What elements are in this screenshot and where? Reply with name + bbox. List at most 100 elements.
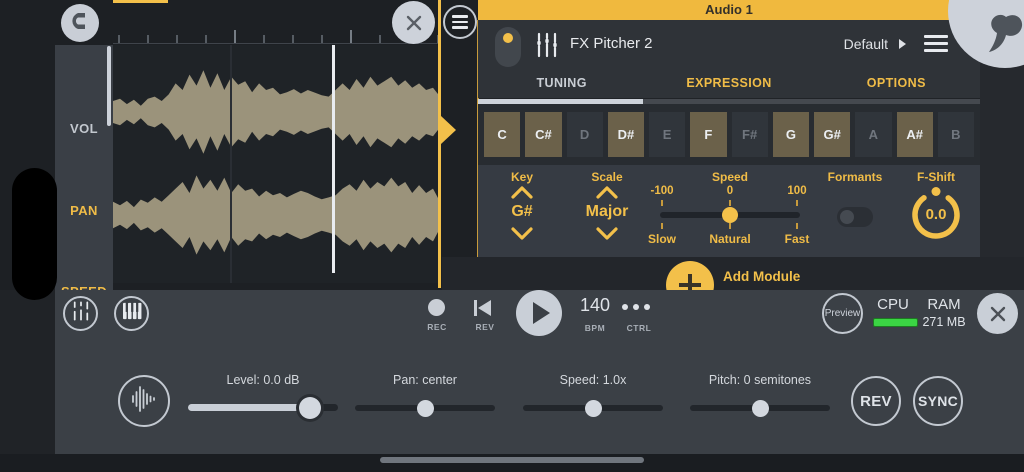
fx-module-menu-button[interactable]: [924, 35, 948, 52]
note-key-gsharp[interactable]: G#: [814, 112, 850, 157]
bpm-label: BPM: [570, 323, 620, 333]
scale-label: Scale: [591, 170, 622, 184]
ruler[interactable]: [113, 27, 440, 44]
ram-value: 271 MB: [912, 315, 976, 329]
add-module-label[interactable]: Add Module: [723, 269, 800, 284]
sidebar-item-pan[interactable]: PAN: [55, 203, 113, 218]
preset-selector[interactable]: Default: [844, 36, 888, 52]
note-key-f[interactable]: F: [690, 112, 726, 157]
level-slider-fill: [188, 404, 310, 411]
fshift-label: F-Shift: [917, 170, 955, 184]
preview-button[interactable]: Preview: [822, 293, 863, 334]
pitch-label: Pitch: 0 semitones: [690, 373, 830, 387]
automation-sidebar: VOL PAN SPEED: [55, 45, 113, 290]
pan-slider-knob[interactable]: [417, 400, 434, 417]
waveform-icon: [130, 384, 158, 419]
tab-options[interactable]: OPTIONS: [813, 70, 980, 98]
gesture-nav-bar[interactable]: [380, 457, 644, 463]
cpu-label: CPU: [868, 296, 918, 313]
scale-value: Major: [586, 203, 629, 221]
sync-label: SYNC: [918, 393, 958, 409]
module-enable-toggle[interactable]: [495, 27, 521, 67]
pitch-slider-knob[interactable]: [752, 400, 769, 417]
key-value: G#: [511, 203, 532, 221]
speed-max-tick: 100: [787, 185, 806, 197]
ctrl-button[interactable]: [622, 304, 650, 310]
bar-gridline: [230, 45, 232, 283]
bpm-value[interactable]: 140: [570, 295, 620, 316]
key-down-button[interactable]: [510, 227, 534, 245]
sidebar-item-vol[interactable]: VOL: [55, 121, 113, 136]
reverse-button[interactable]: REV: [851, 376, 901, 426]
speed-slow-caption: Slow: [648, 232, 676, 246]
clip-end-handle[interactable]: [441, 116, 456, 144]
speed-min-tick: -100: [650, 185, 673, 197]
fl-studio-mobile-app: VOL PAN SPEED Audio 1: [0, 0, 1024, 472]
tab-tuning[interactable]: TUNING: [478, 70, 645, 98]
note-key-asharp[interactable]: A#: [897, 112, 933, 157]
sync-button[interactable]: SYNC: [913, 376, 963, 426]
magnet-icon: [68, 9, 92, 38]
speed-label: Speed: [712, 170, 748, 184]
formants-toggle-knob: [840, 210, 854, 224]
close-icon: [404, 13, 424, 33]
preview-label: Preview: [825, 308, 861, 319]
ctrl-label: CTRL: [615, 323, 663, 333]
mixer-view-button[interactable]: [63, 296, 98, 331]
speed-slider-knob[interactable]: [722, 207, 738, 223]
stereo-waveform: [113, 45, 440, 283]
vertical-scrollbar[interactable]: [107, 46, 111, 126]
ram-label: RAM: [920, 296, 968, 313]
note-key-c[interactable]: C: [484, 112, 520, 157]
editor-close-button[interactable]: [392, 1, 435, 44]
track-header[interactable]: Audio 1: [478, 0, 1024, 20]
speed-clip-label: Speed: 1.0x: [523, 373, 663, 387]
note-key-csharp[interactable]: C#: [525, 112, 561, 157]
record-label: REC: [421, 322, 453, 332]
editor-menu-button[interactable]: [443, 5, 477, 39]
top-tab-indicator: [113, 0, 168, 3]
snap-magnet-button[interactable]: [61, 4, 99, 42]
waveform-canvas[interactable]: [113, 45, 440, 283]
note-key-dsharp[interactable]: D#: [608, 112, 644, 157]
note-key-g[interactable]: G: [773, 112, 809, 157]
fx-module-header: FX Pitcher 2 Default: [478, 20, 980, 70]
scale-down-button[interactable]: [595, 227, 619, 245]
fx-module-title: FX Pitcher 2: [570, 35, 653, 52]
rewind-label: REV: [469, 322, 501, 332]
formants-toggle[interactable]: [837, 207, 873, 227]
clip-end-line: [438, 0, 441, 288]
module-sliders-icon: [533, 31, 561, 64]
rewind-button[interactable]: [474, 300, 496, 316]
level-label: Level: 0.0 dB: [188, 373, 338, 387]
note-key-fsharp[interactable]: F#: [732, 112, 768, 157]
note-key-b[interactable]: B: [938, 112, 974, 157]
play-button[interactable]: [516, 290, 562, 336]
key-up-button[interactable]: [510, 186, 534, 204]
speed-clip-slider-knob[interactable]: [585, 400, 602, 417]
preset-next-icon[interactable]: [899, 39, 906, 49]
fx-tab-bar: TUNING EXPRESSION OPTIONS: [478, 70, 980, 98]
key-label: Key: [511, 170, 533, 184]
close-icon: [988, 304, 1008, 324]
note-key-a[interactable]: A: [855, 112, 891, 157]
play-icon: [533, 302, 550, 324]
toggle-on-dot: [503, 33, 513, 43]
note-key-e[interactable]: E: [649, 112, 685, 157]
panel-close-button[interactable]: [977, 293, 1018, 334]
camera-cutout: [12, 168, 57, 300]
keyboard-view-button[interactable]: [114, 296, 149, 331]
record-button[interactable]: [428, 299, 445, 316]
audio-clip-button[interactable]: [118, 375, 170, 427]
playhead[interactable]: [332, 45, 335, 273]
scale-up-button[interactable]: [595, 186, 619, 204]
note-key-d[interactable]: D: [567, 112, 603, 157]
level-slider-knob[interactable]: [299, 397, 321, 419]
speed-natural-caption: Natural: [709, 232, 750, 246]
pan-label: Pan: center: [355, 373, 495, 387]
tab-expression[interactable]: EXPRESSION: [645, 70, 812, 98]
ruler-line: [113, 43, 440, 44]
track-title: Audio 1: [478, 0, 980, 20]
reverse-label: REV: [860, 393, 892, 410]
tuning-controls: Key G# Scale Major Speed -100 0 100 Slow…: [478, 165, 980, 258]
